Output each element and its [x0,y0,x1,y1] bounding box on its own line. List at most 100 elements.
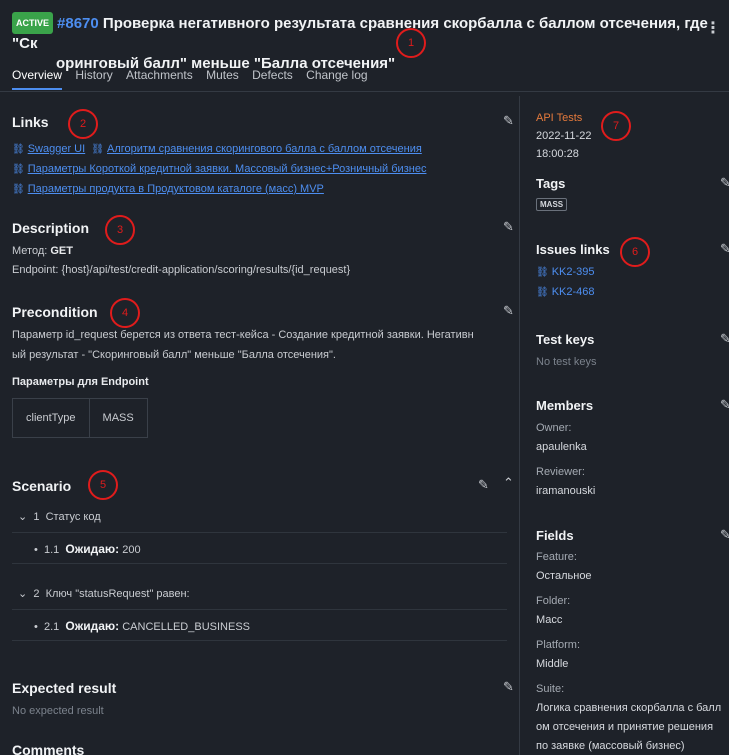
precondition-title: Precondition [12,304,98,320]
comments-title: Comments [12,742,85,755]
annotation-circle-5: 5 [88,470,118,500]
edit-tags-pencil-icon[interactable]: ✎ [720,175,729,191]
annotation-circle-4: 4 [110,298,140,328]
expected-result-title: Expected result [12,680,117,696]
link-icon: ⛓ [91,144,105,155]
issue-link-text: KK2-468 [551,286,595,298]
param-value-cell: MASS [88,399,147,437]
params-title: Параметры для Endpoint [12,376,149,388]
substep-label: Ожидаю: [65,542,120,556]
substep-value: CANCELLED_BUSINESS [122,621,250,633]
substep-number: 2.1 [43,621,60,633]
issue-link-1[interactable]: ⛓ KK2-395 [536,266,595,278]
annotation-circle-2: 2 [68,109,98,139]
tab-bar: Overview History Attachments Mutes Defec… [0,62,729,92]
edit-test-keys-pencil-icon[interactable]: ✎ [720,331,729,347]
test-keys-value: No test keys [536,356,597,368]
tab-change-log[interactable]: Change log [306,62,367,88]
description-endpoint: Endpoint: {host}/api/test/credit-applica… [12,264,351,276]
reviewer-label: Reviewer: [536,466,585,478]
expected-result-value: No expected result [12,705,104,717]
step-text: Статус код [45,511,101,523]
suite-value-line-1: Логика сравнения скорбалла с балл [536,702,722,714]
links-title: Links [12,114,49,130]
issues-links-title: Issues links [536,242,610,257]
edit-expected-pencil-icon[interactable]: ✎ [503,679,514,695]
link-icon: ⛓ [536,287,549,298]
link-icon: ⛓ [536,267,549,278]
precondition-line-1: Параметр id_request берется из ответа те… [12,329,474,341]
tab-mutes[interactable]: Mutes [206,62,239,88]
side-panel: API Tests 2022-11-22 18:00:28 Tags ✎ MAS… [530,96,729,755]
header: ACTIVE #8670 Проверка негативного результ… [0,0,729,72]
params-table: clientType MASS [12,398,148,438]
edit-members-pencil-icon[interactable]: ✎ [720,397,729,413]
reviewer-value: iramanouski [536,485,596,497]
method-value: GET [50,245,73,257]
owner-value: apaulenka [536,441,587,453]
precondition-line-2: ый результат - "Скоринговый балл" меньше… [12,349,336,361]
chevron-down-icon: ⌄ [18,588,28,600]
feature-value: Остальное [536,570,592,582]
suite-label: Suite: [536,683,565,695]
test-case-title: ACTIVE #8670 Проверка негативного результ… [12,12,713,54]
substep-2-1: • 2.1 Ожидаю: CANCELLED_BUSINESS [12,609,507,641]
test-case-id[interactable]: #8670 [57,15,99,32]
tags-title: Tags [536,176,566,191]
tag-badge: MASS [536,198,568,211]
substep-label: Ожидаю: [65,619,120,633]
scenario-title: Scenario [12,478,72,494]
folder-label: Folder: [536,595,571,607]
step-text: Ключ "statusRequest" равен: [45,588,190,600]
edit-issues-pencil-icon[interactable]: ✎ [720,241,729,257]
param-name-cell: clientType [26,412,76,424]
link-swagger[interactable]: Swagger UI [28,143,85,155]
link-icon: ⛓ [12,144,25,155]
step-2[interactable]: ⌄ 2 Ключ "statusRequest" равен: [18,587,190,600]
created-date: 2022-11-22 [536,130,592,142]
issue-link-text: KK2-395 [551,266,595,278]
fields-title: Fields [536,528,574,543]
links-row-3: ⛓ Параметры продукта в Продуктовом катало… [12,183,324,195]
method-label: Метод: [12,245,48,257]
chevron-down-icon: ⌄ [18,511,28,523]
tab-defects[interactable]: Defects [252,62,293,88]
edit-description-pencil-icon[interactable]: ✎ [503,219,514,235]
annotation-circle-1: 1 [396,28,426,58]
step-1[interactable]: ⌄ 1 Статус код [18,510,101,523]
substep-1-1: • 1.1 Ожидаю: 200 [12,532,507,564]
tab-history[interactable]: History [75,62,112,88]
link-icon: ⛓ [12,164,25,175]
substep-number: 1.1 [43,544,60,556]
annotation-circle-6: 6 [620,237,650,267]
folder-value: Масс [536,614,563,626]
collapse-chevron-up-icon[interactable]: ⌃ [503,475,514,491]
edit-fields-pencil-icon[interactable]: ✎ [720,527,729,543]
tab-attachments[interactable]: Attachments [126,62,193,88]
issue-link-2[interactable]: ⛓ KK2-468 [536,286,595,298]
edit-scenario-pencil-icon[interactable]: ✎ [478,477,489,493]
link-icon: ⛓ [12,184,25,195]
platform-label: Platform: [536,639,581,651]
test-keys-title: Test keys [536,332,595,347]
link-algorithm[interactable]: Алгоритм сравнения скорингового балла с … [107,143,422,155]
members-title: Members [536,398,594,413]
edit-precondition-pencil-icon[interactable]: ✎ [503,303,514,319]
suite-value-line-3: по заявке (массовый бизнес) [536,740,685,752]
annotation-circle-7: 7 [601,111,631,141]
created-time: 18:00:28 [536,148,579,160]
tab-overview[interactable]: Overview [12,62,63,90]
feature-label: Feature: [536,551,577,563]
link-short-application[interactable]: Параметры Короткой кредитной заявки. Мас… [28,163,427,175]
link-product-catalog[interactable]: Параметры продукта в Продуктовом каталог… [28,183,324,195]
step-number: 1 [33,511,40,523]
main-panel: Links ✎ ⛓ Swagger UI ⛓ Алгоритм сравнения … [0,96,520,755]
edit-links-pencil-icon[interactable]: ✎ [503,113,514,129]
layer-value[interactable]: API Tests [536,112,582,124]
description-method: Метод: GET [12,245,73,257]
title-line-1: Проверка негативного результата сравнени… [12,15,708,52]
links-row-1: ⛓ Swagger UI ⛓ Алгоритм сравнения скоринго… [12,143,422,155]
annotation-circle-3: 3 [105,215,135,245]
owner-label: Owner: [536,422,572,434]
kebab-icon[interactable]: ⋮ [705,18,721,38]
